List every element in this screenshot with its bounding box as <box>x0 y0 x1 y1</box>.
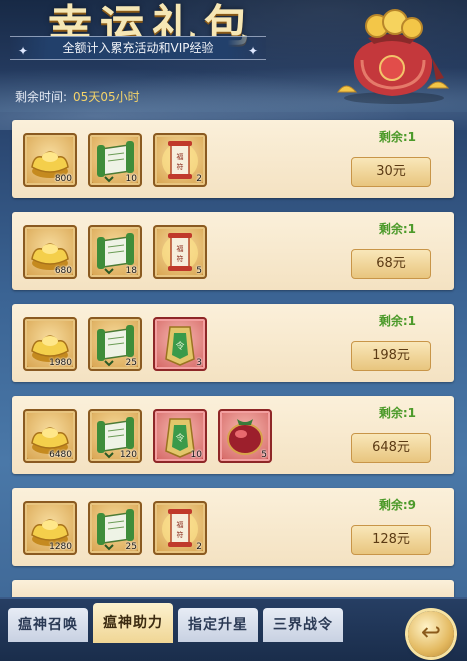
reward-item[interactable]: 福符 2 <box>153 501 207 555</box>
bottom-tab-bar: 瘟神召唤 瘟神助力 指定升星 三界战令 <box>0 597 467 661</box>
reward-item[interactable]: 福符 5 <box>153 225 207 279</box>
reward-quantity: 6480 <box>49 450 72 460</box>
svg-text:福: 福 <box>177 152 184 161</box>
reward-item[interactable]: 1280 <box>23 501 77 555</box>
back-button[interactable]: ↩ <box>408 611 454 657</box>
svg-text:令: 令 <box>175 340 184 352</box>
reward-quantity: 5 <box>261 450 267 460</box>
remaining-count: 剩余:1 <box>378 314 416 328</box>
reward-quantity: 3 <box>196 358 202 368</box>
tab-battle-pass[interactable]: 三界战令 <box>263 608 343 642</box>
reward-item[interactable]: 18 <box>88 225 142 279</box>
svg-text:令: 令 <box>175 432 184 444</box>
gift-pack-card: 800 10 福符 2 剩余:1 30元 <box>12 120 454 198</box>
remaining-count: 剩余:1 <box>378 222 416 236</box>
reward-quantity: 1280 <box>49 542 72 552</box>
gift-pack-card: 1980 25 令 3 剩余:1 198元 <box>12 304 454 382</box>
reward-item[interactable]: 令3 <box>153 317 207 371</box>
svg-text:福: 福 <box>177 244 184 253</box>
subtitle-ribbon: ✦ 全额计入累充活动和VIP经验 ✦ <box>10 36 266 60</box>
tab-assist[interactable]: 瘟神助力 <box>93 603 173 643</box>
reward-quantity: 10 <box>125 174 137 184</box>
reward-item[interactable]: 800 <box>23 133 77 187</box>
reward-item[interactable]: 680 <box>23 225 77 279</box>
reward-quantity: 10 <box>190 450 202 460</box>
tab-star-up[interactable]: 指定升星 <box>178 608 258 642</box>
svg-text:符: 符 <box>177 162 184 171</box>
header-banner: 幸运礼包 ✦ 全额计入累充活动和VIP经验 ✦ 剩余时间: 05天05小时 <box>0 0 467 130</box>
reward-item[interactable]: 5 <box>218 409 272 463</box>
reward-quantity: 120 <box>119 450 137 460</box>
remaining-count: 剩余:1 <box>378 130 416 144</box>
svg-text:符: 符 <box>177 254 184 263</box>
reward-quantity: 680 <box>54 266 72 276</box>
remaining-count: 剩余:1 <box>378 406 416 420</box>
subtitle-text: 全额计入累充活动和VIP经验 <box>62 41 214 55</box>
remaining-time-label: 剩余时间: <box>15 90 68 104</box>
gift-pack-card: 6480 120 令 10 5 剩余:1 648元 <box>12 396 454 474</box>
reward-item[interactable]: 福符 2 <box>153 133 207 187</box>
reward-item[interactable]: 25 <box>88 501 142 555</box>
svg-text:福: 福 <box>177 520 184 529</box>
reward-item[interactable]: 10 <box>88 133 142 187</box>
reward-quantity: 5 <box>196 266 202 276</box>
reward-quantity: 2 <box>196 174 202 184</box>
buy-button[interactable]: 128元 <box>351 525 431 555</box>
gift-pack-card: 1280 25 福符 2 剩余:9 128元 <box>12 488 454 566</box>
sparkle-icon: ✦ <box>18 44 29 58</box>
svg-text:符: 符 <box>177 530 184 539</box>
reward-quantity: 18 <box>125 266 137 276</box>
reward-item[interactable]: 令 10 <box>153 409 207 463</box>
return-arrow-icon: ↩ <box>420 618 442 646</box>
gift-pack-card: 680 18 福符 5 剩余:1 68元 <box>12 212 454 290</box>
buy-button[interactable]: 648元 <box>351 433 431 463</box>
buy-button[interactable]: 68元 <box>351 249 431 279</box>
sparkle-icon: ✦ <box>247 44 258 58</box>
treasure-bag-icon <box>337 9 450 104</box>
remaining-time: 剩余时间: 05天05小时 <box>15 88 140 105</box>
reward-quantity: 800 <box>54 174 72 184</box>
reward-item[interactable]: 120 <box>88 409 142 463</box>
reward-item[interactable]: 6480 <box>23 409 77 463</box>
tab-summon[interactable]: 瘟神召唤 <box>8 608 88 642</box>
reward-quantity: 25 <box>125 542 137 552</box>
reward-quantity: 1980 <box>49 358 72 368</box>
buy-button[interactable]: 30元 <box>351 157 431 187</box>
buy-button[interactable]: 198元 <box>351 341 431 371</box>
remaining-count: 剩余:9 <box>378 498 416 512</box>
remaining-time-value: 05天05小时 <box>73 90 140 104</box>
reward-item[interactable]: 25 <box>88 317 142 371</box>
reward-quantity: 2 <box>196 542 202 552</box>
reward-item[interactable]: 1980 <box>23 317 77 371</box>
reward-quantity: 25 <box>125 358 137 368</box>
